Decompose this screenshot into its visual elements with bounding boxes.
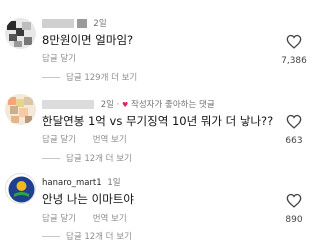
divider xyxy=(42,157,60,159)
reply-button[interactable]: 답글 달기 xyxy=(42,135,76,145)
avatar[interactable] xyxy=(5,18,36,49)
divider xyxy=(42,76,60,78)
comment-text: 8만원이면 얼마임? xyxy=(42,33,134,47)
avatar[interactable] xyxy=(5,173,36,204)
heart-outline-icon xyxy=(286,193,302,208)
heart-outline-icon xyxy=(286,114,302,129)
divider xyxy=(42,235,60,237)
like-count: 890 xyxy=(285,215,303,225)
comment-meta: 2일 · ♥ 작성자가 좋아하는 댓글 xyxy=(42,98,215,110)
like-count: 663 xyxy=(285,136,303,146)
heart-filled-icon: ♥ xyxy=(122,101,129,109)
comment-time: 2일 xyxy=(93,19,107,29)
view-replies-button[interactable]: 답글 12개 더 보기 xyxy=(42,152,132,164)
liked-by-author-label: 작성자가 좋아하는 댓글 xyxy=(131,100,215,110)
avatar[interactable] xyxy=(5,94,36,125)
comment-actions: 답글 달기 번역 보기 xyxy=(42,212,141,224)
view-replies-label: 답글 12개 더 보기 xyxy=(66,232,132,242)
username-redacted[interactable] xyxy=(42,100,94,109)
comment-meta: 2일 xyxy=(42,17,107,29)
reply-button[interactable]: 답글 달기 xyxy=(42,214,76,224)
translate-button[interactable]: 번역 보기 xyxy=(93,214,127,224)
like-button[interactable]: 7,386 xyxy=(278,34,310,66)
comment-time: 2일 xyxy=(100,100,114,110)
translate-button[interactable]: 번역 보기 xyxy=(93,135,127,145)
view-replies-button[interactable]: 답글 129개 더 보기 xyxy=(42,71,137,83)
heart-outline-icon xyxy=(286,34,302,49)
like-button[interactable]: 663 xyxy=(278,114,310,146)
reply-button[interactable]: 답글 달기 xyxy=(42,54,76,64)
view-replies-button[interactable]: 답글 12개 더 보기 xyxy=(42,230,132,242)
like-count: 7,386 xyxy=(281,56,307,66)
username-redacted-2 xyxy=(76,19,87,28)
comment-2: 2일 · ♥ 작성자가 좋아하는 댓글 한달연봉 1억 vs 무기징역 10년 … xyxy=(0,90,320,170)
comment-meta: hanaro_mart1 1일 xyxy=(42,176,121,188)
comment-actions: 답글 달기 번역 보기 xyxy=(42,133,141,145)
comment-text: 안녕 나는 이마트야 xyxy=(42,192,134,206)
comment-1: 2일 8만원이면 얼마임? 답글 달기 답글 129개 더 보기 7,386 xyxy=(0,0,320,83)
username[interactable]: hanaro_mart1 xyxy=(42,178,102,188)
view-replies-label: 답글 129개 더 보기 xyxy=(66,73,138,83)
comment-actions: 답글 달기 xyxy=(42,52,90,64)
view-replies-label: 답글 12개 더 보기 xyxy=(66,154,132,164)
username-redacted[interactable] xyxy=(42,19,74,28)
comment-text: 한달연봉 1억 vs 무기징역 10년 뭐가 더 낳나?? xyxy=(42,114,274,128)
like-button[interactable]: 890 xyxy=(278,193,310,225)
comment-3: hanaro_mart1 1일 안녕 나는 이마트야 답글 달기 번역 보기 답… xyxy=(0,170,320,243)
comment-time: 1일 xyxy=(107,178,121,188)
